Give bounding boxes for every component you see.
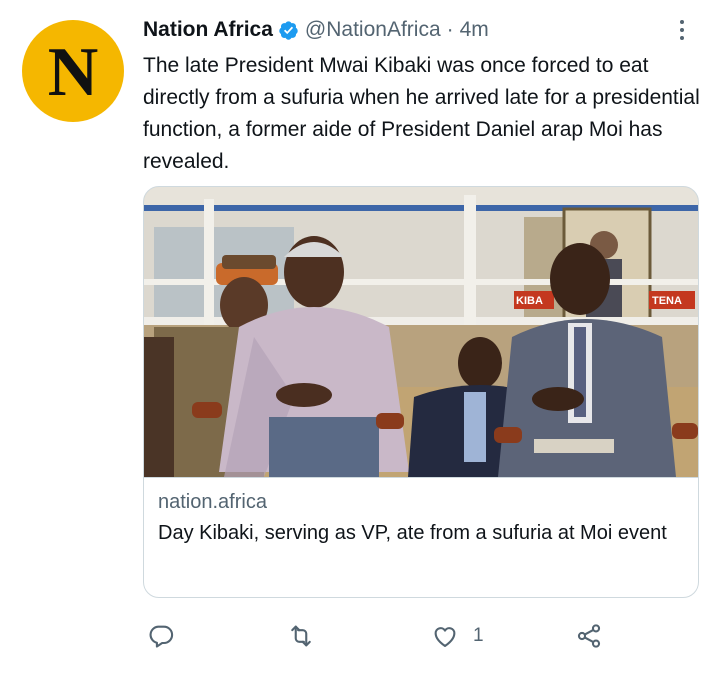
avatar-logo-letter: N (47, 34, 99, 111)
article-photo[interactable]: KIBA TENA (144, 187, 698, 477)
share-button[interactable] (575, 616, 603, 656)
reply-icon (149, 625, 174, 648)
card-title: Day Kibaki, serving as VP, ate from a su… (158, 522, 667, 544)
link-preview-card[interactable]: KIBA TENA nation.africa Day Kibaki, serv… (143, 186, 699, 598)
card-domain: nation.africa (158, 491, 267, 513)
photo-sign-right: TENA (652, 295, 682, 307)
share-icon (577, 624, 601, 648)
more-options-icon[interactable] (672, 14, 692, 46)
like-icon (434, 627, 456, 647)
separator-dot: · (446, 18, 454, 41)
photo-sign-left: KIBA (516, 295, 543, 307)
retweet-button[interactable] (287, 616, 315, 656)
like-button[interactable]: 1 (431, 616, 484, 656)
verified-badge-icon (279, 20, 298, 40)
tweet-timestamp[interactable]: 4m (460, 18, 489, 42)
card-meta[interactable]: nation.africa Day Kibaki, serving as VP,… (144, 477, 698, 597)
tweet-header: Nation Africa @NationAfrica · 4m (143, 14, 489, 46)
reply-button[interactable] (147, 616, 175, 656)
like-count: 1 (473, 625, 484, 646)
user-handle[interactable]: @NationAfrica (305, 18, 441, 42)
tweet-text: The late President Mwai Kibaki was once … (143, 54, 700, 173)
avatar[interactable]: N (22, 20, 124, 122)
retweet-icon (291, 625, 311, 647)
tweet-actions: 1 (143, 616, 703, 656)
display-name[interactable]: Nation Africa (143, 18, 273, 42)
